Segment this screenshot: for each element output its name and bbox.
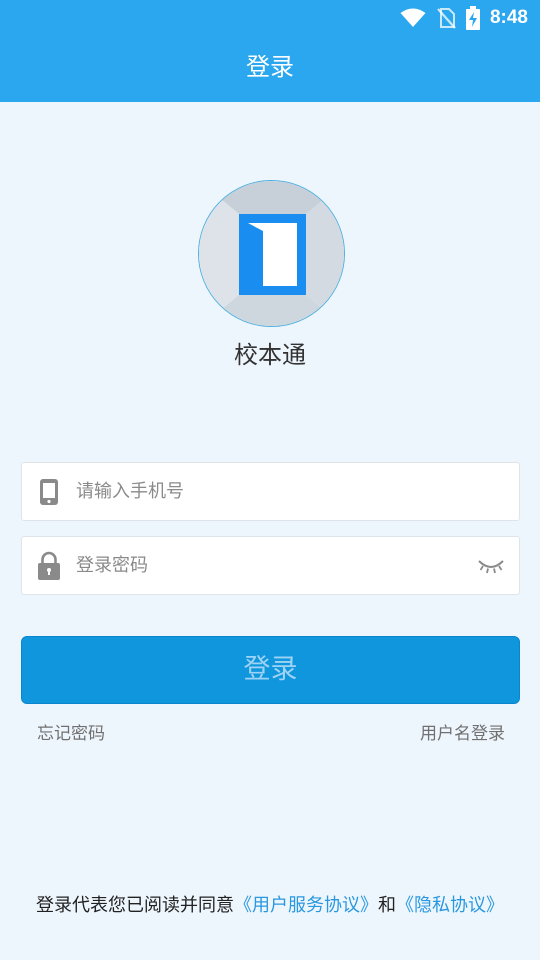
wifi-icon [400,8,426,28]
status-time: 8:48 [489,7,528,28]
eye-closed-icon[interactable] [463,558,519,574]
password-field [21,536,520,595]
page-title: 登录 [246,53,294,81]
user-agreement-link[interactable]: 《用户服务协议》 [234,895,378,916]
username-login-link[interactable]: 用户名登录 [420,722,505,746]
agreement-text: 登录代表您已阅读并同意《用户服务协议》和《隐私协议》 [0,893,540,919]
login-screen: 8:48 登录 校本通 请输入手机号 登录 忘记密码 用户名登录 登录代表您已阅… [0,0,540,960]
phone-field [21,462,520,521]
header-bar: 8:48 登录 [0,0,540,102]
status-bar: 8:48 [0,0,540,36]
agreement-prefix: 登录代表您已阅读并同意 [36,895,234,916]
agreement-conjunction: 和 [378,895,396,916]
lock-icon [22,551,76,581]
app-logo [198,180,345,327]
door-logo-icon [199,181,344,326]
login-button[interactable]: 登录 [21,636,520,704]
password-input[interactable] [76,555,463,576]
phone-icon [22,478,76,506]
phone-input[interactable] [76,481,519,502]
app-name: 校本通 [234,341,306,369]
forgot-password-link[interactable]: 忘记密码 [37,722,105,746]
no-sim-icon [436,7,456,29]
privacy-policy-link[interactable]: 《隐私协议》 [396,895,504,916]
battery-charging-icon [465,6,480,30]
